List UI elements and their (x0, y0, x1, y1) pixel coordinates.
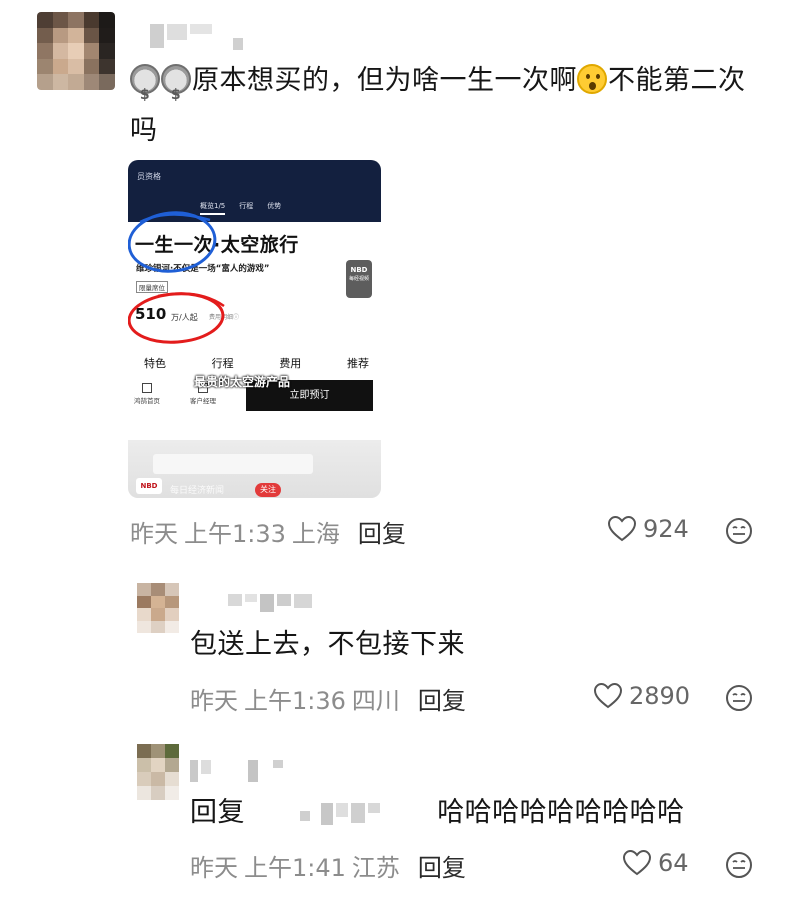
avatar[interactable] (37, 12, 115, 90)
comment-text: 回复 哈哈哈哈哈哈哈哈哈 (190, 788, 750, 838)
comment-time: 上午1:41 (244, 854, 346, 882)
heart-icon (593, 682, 623, 709)
emoji-reaction-icon[interactable] (725, 684, 753, 712)
like-button[interactable]: 64 (622, 849, 689, 877)
reply-button[interactable]: 回复 (418, 848, 466, 883)
hand-drawn-annotations (128, 211, 225, 344)
reply-prefix: 回复 (190, 797, 245, 828)
like-count: 2890 (629, 682, 691, 710)
comment-date: 昨天 (190, 687, 238, 715)
astonished-face-icon (577, 64, 607, 94)
attached-screenshot[interactable]: 员资格 概览1/5 行程 优势 一生一次·太空旅行 维珍银河·不仅是一场“富人的… (128, 160, 381, 498)
money-bag-icon (130, 64, 160, 120)
comment-location: 江苏 (351, 854, 400, 882)
like-count: 924 (643, 515, 689, 543)
money-bag-icon (161, 64, 191, 120)
emoji-reaction-icon[interactable] (725, 517, 753, 545)
reply-button[interactable]: 回复 (358, 514, 406, 549)
like-count: 64 (658, 849, 689, 877)
like-button[interactable]: 2890 (593, 682, 690, 710)
like-button[interactable]: 924 (607, 515, 689, 543)
avatar[interactable] (137, 583, 179, 633)
blurred-username[interactable] (228, 594, 312, 612)
comment-text: 包送上去，不包接下来 (190, 629, 465, 660)
comment-meta: 昨天 上午1:36 四川 回复 (190, 681, 466, 716)
reply-text: 哈哈哈哈哈哈哈哈哈 (437, 797, 685, 828)
emoji-reaction-icon[interactable] (725, 851, 753, 879)
comment-time: 上午1:36 (244, 687, 346, 715)
comment-meta: 昨天 上午1:33 上海 回复 (130, 514, 406, 549)
reply-button[interactable]: 回复 (418, 681, 466, 716)
avatar[interactable] (137, 744, 179, 800)
blurred-username[interactable] (150, 24, 243, 50)
comment-meta: 昨天 上午1:41 江苏 回复 (190, 848, 466, 883)
heart-icon (622, 849, 652, 876)
comment-date: 昨天 (190, 854, 238, 882)
comment-time: 上午1:33 (184, 520, 286, 548)
comment-location: 四川 (351, 687, 400, 715)
comment-date: 昨天 (130, 520, 178, 548)
blurred-mention[interactable] (300, 802, 381, 825)
heart-icon (607, 515, 637, 542)
comment-text: 原本想买的，但为啥一生一次啊不能第二次吗 (130, 56, 770, 156)
comment-location: 上海 (291, 520, 340, 548)
blurred-username[interactable] (190, 760, 283, 782)
